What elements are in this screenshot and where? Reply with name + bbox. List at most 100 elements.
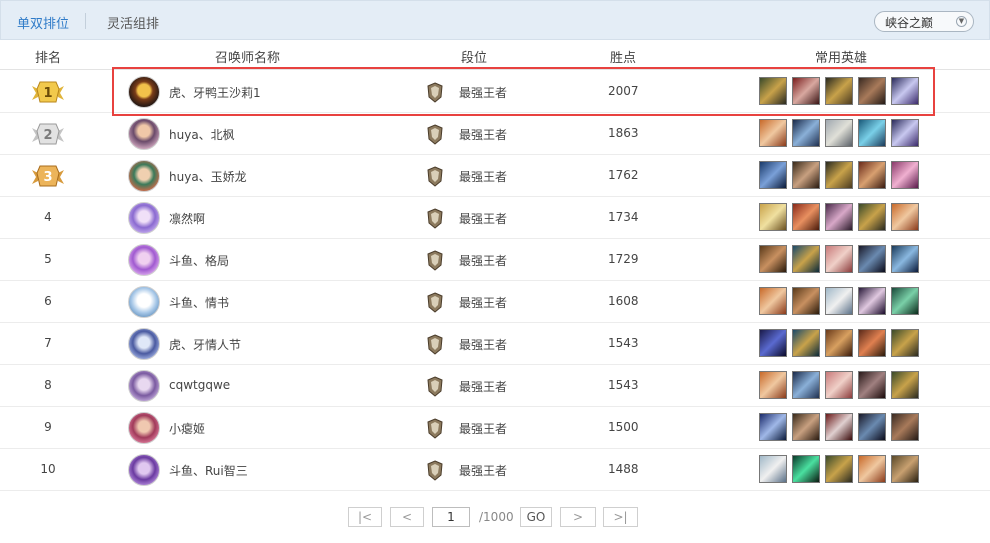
summoner-name[interactable]: 虎、牙情人节 [169,336,241,353]
hero-icon[interactable] [792,245,820,273]
hero-icon[interactable] [858,371,886,399]
page-number-input[interactable]: 1 [432,507,470,527]
hero-icon[interactable] [792,77,820,105]
rank-number: 6 [44,294,52,308]
hero-icon[interactable] [858,329,886,357]
hero-icon[interactable] [825,77,853,105]
hero-icon[interactable] [858,161,886,189]
hero-icon[interactable] [759,413,787,441]
tier-name: 最强王者 [459,86,508,100]
tier-name: 最强王者 [459,170,508,184]
hero-icon[interactable] [891,329,919,357]
hero-icon[interactable] [792,413,820,441]
table-row[interactable]: 1 虎、牙鸭王沙莉1 最强王者 2007 [0,71,990,113]
summoner-name[interactable]: cqwtgqwe [169,378,230,392]
tab-flex[interactable]: 灵活组排 [107,13,159,32]
hero-icon[interactable] [825,287,853,315]
hero-icon[interactable] [858,245,886,273]
hero-icon[interactable] [825,245,853,273]
table-row[interactable]: 6 斗鱼、情书 最强王者 1608 [0,281,990,323]
hero-icon[interactable] [891,245,919,273]
hero-icon[interactable] [792,161,820,189]
avatar [128,328,160,360]
go-button[interactable]: GO [520,507,552,527]
summoner-name[interactable]: 斗鱼、情书 [169,294,229,311]
hero-icon[interactable] [891,413,919,441]
hero-icon[interactable] [759,371,787,399]
table-row[interactable]: 9 小瘪姬 最强王者 1500 [0,407,990,449]
tab-solo-duo[interactable]: 单双排位 [17,13,69,32]
hero-icon[interactable] [792,329,820,357]
hero-icon[interactable] [825,371,853,399]
league-points: 1762 [608,168,639,182]
hero-icon[interactable] [858,203,886,231]
hero-icon[interactable] [759,119,787,147]
summoner-name[interactable]: huya、玉娇龙 [169,168,247,185]
rank-number: 10 [40,462,56,476]
hero-icon[interactable] [792,203,820,231]
hero-icon[interactable] [825,329,853,357]
hero-icon[interactable] [792,371,820,399]
avatar [128,454,160,486]
hero-icon[interactable] [759,329,787,357]
summoner-name[interactable]: 凛然啊 [169,210,205,227]
hero-icon[interactable] [891,287,919,315]
hero-icon[interactable] [759,203,787,231]
hero-icon[interactable] [759,77,787,105]
league-points: 1729 [608,252,639,266]
last-page-button[interactable]: >| [603,507,638,527]
table-row[interactable]: 8 cqwtgqwe 最强王者 1543 [0,365,990,407]
summoner-name[interactable]: huya、北枫 [169,126,235,143]
hero-icon[interactable] [759,245,787,273]
league-points: 1500 [608,420,639,434]
hero-icon[interactable] [825,203,853,231]
hero-icon[interactable] [858,455,886,483]
table-row[interactable]: 7 虎、牙情人节 最强王者 1543 [0,323,990,365]
hero-icon[interactable] [792,287,820,315]
hero-icon[interactable] [759,455,787,483]
table-row[interactable]: 4 凛然啊 最强王者 1734 [0,197,990,239]
avatar [128,202,160,234]
hero-icon[interactable] [891,455,919,483]
hero-icon[interactable] [858,119,886,147]
rank-number: 4 [44,210,52,224]
prev-page-button[interactable]: < [390,507,424,527]
avatar [128,244,160,276]
hero-icon[interactable] [891,119,919,147]
hero-icon[interactable] [825,119,853,147]
summoner-name[interactable]: 虎、牙鸭王沙莉1 [169,84,261,101]
hero-icon[interactable] [891,161,919,189]
challenger-tier-icon [427,418,443,439]
first-page-button[interactable]: |< [348,507,382,527]
hero-icon[interactable] [825,455,853,483]
silver-medal-icon: 2 [32,123,64,145]
server-select-value: 峡谷之巅 [885,16,934,30]
hero-icon[interactable] [891,371,919,399]
hero-icon[interactable] [759,161,787,189]
next-page-button[interactable]: > [560,507,596,527]
avatar [128,160,160,192]
hero-icon[interactable] [858,413,886,441]
hero-icon[interactable] [891,203,919,231]
rank-number: 1 [43,86,52,101]
summoner-name[interactable]: 斗鱼、格局 [169,252,229,269]
table-row[interactable]: 2 huya、北枫 最强王者 1863 [0,113,990,155]
table-row[interactable]: 5 斗鱼、格局 最强王者 1729 [0,239,990,281]
league-points: 1488 [608,462,639,476]
table-row[interactable]: 10 斗鱼、Rui智三 最强王者 1488 [0,449,990,491]
hero-icon[interactable] [858,287,886,315]
hero-icon[interactable] [825,413,853,441]
hero-icon[interactable] [759,287,787,315]
hero-icon[interactable] [891,77,919,105]
league-points: 2007 [608,84,639,98]
server-select[interactable]: 峡谷之巅 ▼ [874,11,974,32]
hero-icon[interactable] [792,119,820,147]
hero-icon[interactable] [825,161,853,189]
rank-number: 8 [44,378,52,392]
hero-icon[interactable] [858,77,886,105]
summoner-name[interactable]: 小瘪姬 [169,420,205,437]
hero-icon[interactable] [792,455,820,483]
table-row[interactable]: 3 huya、玉娇龙 最强王者 1762 [0,155,990,197]
rank-number: 7 [44,336,52,350]
summoner-name[interactable]: 斗鱼、Rui智三 [169,462,248,479]
